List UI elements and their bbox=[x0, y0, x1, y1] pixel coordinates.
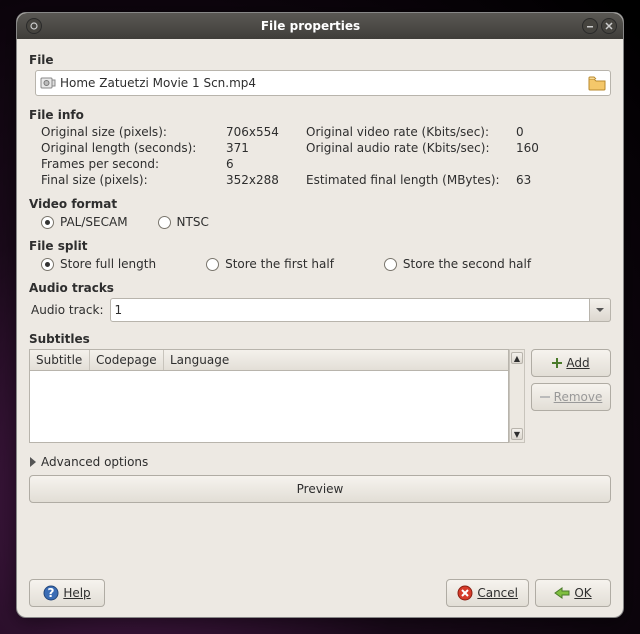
subtitles-scrollbar[interactable]: ▲ ▼ bbox=[509, 349, 525, 443]
remove-subtitle-button: Remove bbox=[531, 383, 611, 411]
scroll-up-icon[interactable]: ▲ bbox=[511, 352, 523, 364]
video-format-group: PAL/SECAM NTSC bbox=[41, 215, 611, 229]
radio-label: Store the second half bbox=[403, 257, 531, 271]
radio-pal[interactable]: PAL/SECAM bbox=[41, 215, 128, 229]
help-label: Help bbox=[63, 586, 90, 600]
plus-icon bbox=[552, 358, 562, 368]
file-split-group: Store full length Store the first half S… bbox=[41, 257, 611, 271]
radio-dot-icon bbox=[41, 216, 54, 229]
help-button[interactable]: ? Help bbox=[29, 579, 105, 607]
help-icon: ? bbox=[43, 585, 59, 601]
info-label bbox=[306, 157, 516, 171]
file-section-title: File bbox=[29, 53, 611, 67]
audio-track-label: Audio track: bbox=[31, 303, 104, 317]
subtitles-table-header: Subtitle Codepage Language bbox=[29, 349, 509, 371]
close-button[interactable] bbox=[601, 18, 617, 34]
titlebar-menu-button[interactable] bbox=[26, 18, 42, 34]
radio-label: NTSC bbox=[177, 215, 209, 229]
file-path-field[interactable]: Home Zatuetzi Movie 1 Scn.mp4 bbox=[35, 70, 611, 96]
info-value: 6 bbox=[226, 157, 306, 171]
info-value: 0 bbox=[516, 125, 556, 139]
dialog-footer: ? Help Cancel OK bbox=[17, 569, 623, 617]
minimize-button[interactable] bbox=[582, 18, 598, 34]
radio-label: Store the first half bbox=[225, 257, 334, 271]
chevron-down-icon[interactable] bbox=[589, 298, 611, 322]
window-title: File properties bbox=[42, 19, 579, 33]
subtitles-body: Subtitle Codepage Language ▲ ▼ Add bbox=[29, 349, 611, 443]
info-value: 371 bbox=[226, 141, 306, 155]
col-subtitle[interactable]: Subtitle bbox=[30, 350, 90, 370]
info-label: Frames per second: bbox=[41, 157, 226, 171]
audio-track-row: Audio track: bbox=[31, 298, 611, 322]
info-value: 63 bbox=[516, 173, 556, 187]
subtitles-section-title: Subtitles bbox=[29, 332, 611, 346]
info-label: Estimated final length (MBytes): bbox=[306, 173, 516, 187]
ok-label: OK bbox=[574, 586, 591, 600]
info-label: Original video rate (Kbits/sec): bbox=[306, 125, 516, 139]
radio-dot-icon bbox=[158, 216, 171, 229]
titlebar[interactable]: File properties bbox=[17, 13, 623, 39]
minus-icon bbox=[540, 392, 550, 402]
remove-label: Remove bbox=[554, 390, 603, 404]
svg-text:?: ? bbox=[48, 586, 55, 600]
file-split-section-title: File split bbox=[29, 239, 611, 253]
preview-button[interactable]: Preview bbox=[29, 475, 611, 503]
audio-track-select[interactable] bbox=[110, 298, 611, 322]
add-label: Add bbox=[566, 356, 589, 370]
add-subtitle-button[interactable]: Add bbox=[531, 349, 611, 377]
subtitles-table-wrap: Subtitle Codepage Language ▲ ▼ bbox=[29, 349, 525, 443]
preview-row: Preview bbox=[29, 475, 611, 503]
radio-full-length[interactable]: Store full length bbox=[41, 257, 156, 271]
chevron-right-icon bbox=[29, 457, 37, 467]
cancel-button[interactable]: Cancel bbox=[446, 579, 529, 607]
col-language[interactable]: Language bbox=[164, 350, 508, 370]
info-label: Original length (seconds): bbox=[41, 141, 226, 155]
col-codepage[interactable]: Codepage bbox=[90, 350, 164, 370]
info-value: 706x554 bbox=[226, 125, 306, 139]
file-info-grid: Original size (pixels):706x554Original v… bbox=[41, 125, 611, 187]
info-label: Original size (pixels): bbox=[41, 125, 226, 139]
audio-track-value[interactable] bbox=[110, 298, 611, 322]
dialog-content: File Home Zatuetzi Movie 1 Scn.mp4 File … bbox=[17, 39, 623, 569]
advanced-label: Advanced options bbox=[41, 455, 148, 469]
cancel-icon bbox=[457, 585, 473, 601]
ok-button[interactable]: OK bbox=[535, 579, 611, 607]
video-file-icon bbox=[40, 76, 56, 90]
radio-label: PAL/SECAM bbox=[60, 215, 128, 229]
radio-dot-icon bbox=[384, 258, 397, 271]
video-format-section-title: Video format bbox=[29, 197, 611, 211]
dialog-window: File properties File Home Zatuetzi Movie… bbox=[16, 12, 624, 618]
file-path-text: Home Zatuetzi Movie 1 Scn.mp4 bbox=[60, 76, 588, 90]
info-label: Original audio rate (Kbits/sec): bbox=[306, 141, 516, 155]
audio-section-title: Audio tracks bbox=[29, 281, 611, 295]
scroll-down-icon[interactable]: ▼ bbox=[511, 428, 523, 440]
radio-ntsc[interactable]: NTSC bbox=[158, 215, 209, 229]
info-label: Final size (pixels): bbox=[41, 173, 226, 187]
radio-first-half[interactable]: Store the first half bbox=[206, 257, 334, 271]
info-value bbox=[516, 157, 556, 171]
browse-folder-icon[interactable] bbox=[588, 75, 606, 91]
info-value: 352x288 bbox=[226, 173, 306, 187]
radio-dot-icon bbox=[41, 258, 54, 271]
advanced-options-expander[interactable]: Advanced options bbox=[29, 455, 611, 469]
cancel-label: Cancel bbox=[477, 586, 518, 600]
radio-second-half[interactable]: Store the second half bbox=[384, 257, 531, 271]
subtitles-side-buttons: Add Remove bbox=[531, 349, 611, 443]
preview-label: Preview bbox=[297, 482, 344, 496]
radio-label: Store full length bbox=[60, 257, 156, 271]
radio-dot-icon bbox=[206, 258, 219, 271]
ok-icon bbox=[554, 586, 570, 600]
subtitles-table-body[interactable] bbox=[29, 371, 509, 443]
file-info-section-title: File info bbox=[29, 108, 611, 122]
info-value: 160 bbox=[516, 141, 556, 155]
